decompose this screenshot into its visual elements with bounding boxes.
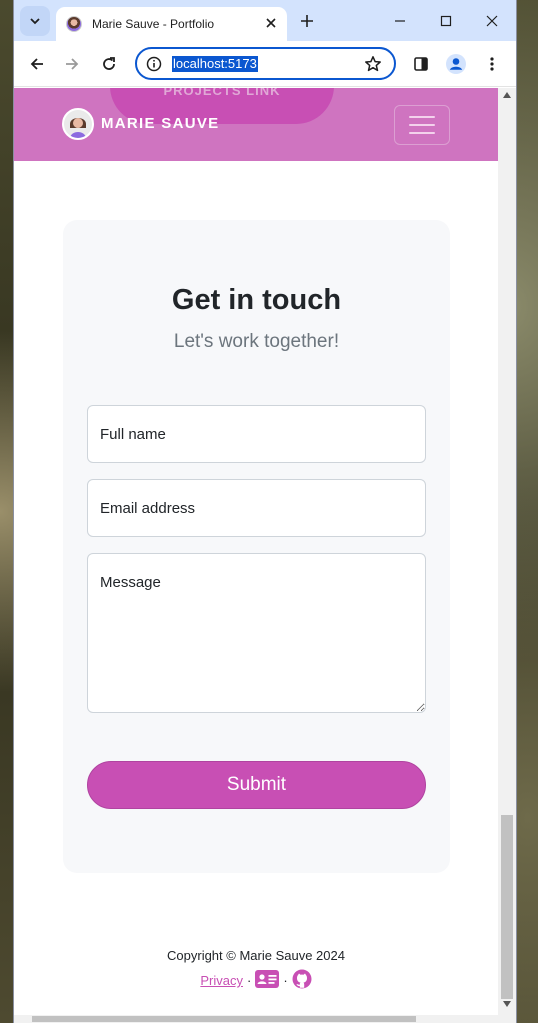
- contact-card: Get in touch Let's work together! Submit: [63, 220, 450, 873]
- submit-button[interactable]: Submit: [87, 761, 426, 809]
- reload-icon: [103, 57, 115, 70]
- horizontal-scrollbar-thumb[interactable]: [32, 1016, 416, 1022]
- scroll-up-arrow-icon[interactable]: [503, 92, 511, 98]
- maximize-button[interactable]: [435, 10, 457, 32]
- brand-name[interactable]: MARIE SAUVE: [101, 115, 219, 132]
- url-text[interactable]: localhost:5173: [172, 56, 258, 72]
- browser-window: Marie Sauve - Portfolio localhost:5173 P…: [14, 0, 516, 1023]
- close-icon: [266, 18, 276, 28]
- navbar-toggler-button[interactable]: [394, 105, 450, 145]
- address-bar[interactable]: localhost:5173: [135, 47, 396, 80]
- favicon-icon: [66, 16, 82, 32]
- page-viewport: PROJECTS LINK MARIE SAUVE Get in touch L…: [14, 88, 498, 1015]
- profile-button[interactable]: [444, 52, 468, 76]
- tab-strip: Marie Sauve - Portfolio: [14, 0, 516, 41]
- footer-copyright: Copyright © Marie Sauve 2024: [167, 948, 345, 963]
- close-window-button[interactable]: [481, 10, 503, 32]
- brand-avatar[interactable]: [62, 108, 94, 140]
- vertical-scrollbar[interactable]: [498, 88, 516, 1015]
- close-icon: [486, 15, 498, 27]
- bookmark-star-icon[interactable]: [364, 55, 382, 78]
- privacy-link[interactable]: Privacy: [200, 973, 243, 988]
- site-info-icon[interactable]: [146, 56, 162, 77]
- horizontal-scrollbar[interactable]: [14, 1015, 516, 1023]
- tab-portfolio[interactable]: Marie Sauve - Portfolio: [56, 7, 287, 41]
- reload-button[interactable]: [97, 52, 121, 76]
- new-tab-button[interactable]: [296, 10, 318, 32]
- hamburger-icon-line: [409, 116, 435, 118]
- kebab-menu-icon: [490, 57, 494, 71]
- contact-heading: Get in touch: [171, 284, 342, 316]
- contact-subheading: Let's work together!: [173, 331, 340, 352]
- minimize-icon: [395, 20, 405, 22]
- browser-toolbar: localhost:5173: [14, 41, 516, 87]
- tab-title: Marie Sauve - Portfolio: [92, 17, 215, 31]
- email-input[interactable]: [87, 479, 426, 537]
- back-button[interactable]: [25, 52, 49, 76]
- hamburger-icon-line: [409, 132, 435, 134]
- side-panel-button[interactable]: [409, 52, 433, 76]
- footer-separator: ·: [283, 973, 288, 988]
- minimize-button[interactable]: [389, 10, 411, 32]
- tab-search-button[interactable]: [20, 6, 50, 36]
- footer-links: Privacy · ·: [14, 969, 498, 992]
- site-navbar: PROJECTS LINK MARIE SAUVE: [14, 88, 498, 161]
- profile-icon: [446, 54, 466, 74]
- github-icon[interactable]: [292, 969, 312, 992]
- forward-arrow-icon: [66, 58, 79, 70]
- scroll-down-arrow-icon[interactable]: [503, 1001, 511, 1007]
- vertical-scrollbar-thumb[interactable]: [501, 815, 513, 999]
- browser-menu-button[interactable]: [480, 52, 504, 76]
- footer-separator: ·: [246, 973, 252, 988]
- back-arrow-icon: [30, 58, 43, 70]
- maximize-icon: [440, 15, 452, 27]
- message-textarea[interactable]: [87, 553, 426, 713]
- side-panel-icon: [414, 57, 428, 71]
- chevron-down-icon: [30, 18, 40, 25]
- plus-icon: [301, 15, 313, 27]
- contact-card-icon[interactable]: [255, 970, 280, 991]
- hamburger-icon-line: [409, 124, 435, 126]
- tab-close-button[interactable]: [264, 16, 278, 35]
- forward-button[interactable]: [60, 52, 84, 76]
- full-name-input[interactable]: [87, 405, 426, 463]
